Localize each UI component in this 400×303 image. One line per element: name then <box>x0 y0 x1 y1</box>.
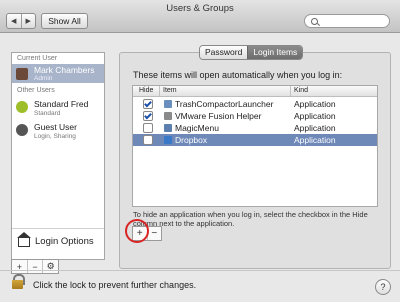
user-role: Admin <box>34 75 53 82</box>
item-name: Dropbox <box>175 135 208 145</box>
tab-login-items[interactable]: Login Items <box>247 46 303 59</box>
user-avatar <box>16 124 28 136</box>
item-kind: Application <box>294 135 336 145</box>
app-icon <box>164 100 172 108</box>
house-icon <box>17 232 31 247</box>
column-divider <box>159 86 160 96</box>
user-role: Login, Sharing <box>34 133 76 140</box>
lock-text: Click the lock to prevent further change… <box>33 280 197 290</box>
user-avatar <box>16 68 28 80</box>
user-name: Guest User <box>34 122 77 132</box>
column-kind[interactable]: Kind <box>294 87 308 94</box>
forward-button[interactable]: ▶ <box>20 14 36 28</box>
hide-checkbox[interactable] <box>143 123 153 133</box>
users-list: Current User Mark Chambers Admin Other U… <box>11 52 105 260</box>
tab-bar: Password Login Items <box>199 45 304 60</box>
search-icon <box>311 18 318 25</box>
user-role: Standard <box>34 110 61 117</box>
item-kind: Application <box>294 111 336 121</box>
back-button[interactable]: ◀ <box>7 14 21 28</box>
login-items-intro: These items will open automatically when… <box>133 70 343 80</box>
item-name: TrashCompactorLauncher <box>175 99 274 109</box>
users-groups-window: Users & Groups ◀ ▶ Show All Current User… <box>0 0 400 302</box>
table-header: Hide Item Kind <box>133 86 377 97</box>
column-item[interactable]: Item <box>163 87 177 94</box>
login-options-item[interactable]: Login Options <box>12 228 104 257</box>
user-name: Standard Fred <box>34 99 89 109</box>
search-input[interactable] <box>304 14 390 28</box>
table-row[interactable]: TrashCompactorLauncher Application <box>133 98 377 110</box>
other-users-header: Other Users <box>17 87 55 94</box>
app-icon <box>164 124 172 132</box>
tab-password[interactable]: Password <box>200 46 248 59</box>
hide-checkbox[interactable] <box>143 111 153 121</box>
dropbox-icon <box>164 136 172 144</box>
item-kind: Application <box>294 99 336 109</box>
hide-hint-text: To hide an application when you log in, … <box>133 210 368 228</box>
user-item-mark-chambers[interactable]: Mark Chambers Admin <box>12 64 104 83</box>
current-user-header: Current User <box>17 55 58 62</box>
item-name: MagicMenu <box>175 123 219 133</box>
login-options-label: Login Options <box>35 236 94 247</box>
user-item-standard-fred[interactable]: Standard Fred Standard <box>12 97 104 119</box>
user-item-guest-user[interactable]: Guest User Login, Sharing <box>12 120 104 142</box>
footer-bar: Click the lock to prevent further change… <box>0 270 400 303</box>
user-avatar <box>16 101 28 113</box>
column-divider <box>290 86 291 96</box>
column-hide[interactable]: Hide <box>139 87 153 94</box>
table-row[interactable]: Dropbox Application <box>133 134 377 146</box>
app-icon <box>164 112 172 120</box>
title-bar: Users & Groups ◀ ▶ Show All <box>0 0 400 33</box>
login-items-table: Hide Item Kind TrashCompactorLauncher Ap… <box>132 85 378 207</box>
table-row[interactable]: VMware Fusion Helper Application <box>133 110 377 122</box>
item-name: VMware Fusion Helper <box>175 111 262 121</box>
user-name: Mark Chambers <box>34 65 95 75</box>
item-kind: Application <box>294 123 336 133</box>
hide-checkbox[interactable] <box>143 99 153 109</box>
help-button[interactable]: ? <box>375 279 391 295</box>
table-row[interactable]: MagicMenu Application <box>133 122 377 134</box>
show-all-button[interactable]: Show All <box>41 13 88 29</box>
hide-checkbox[interactable] <box>143 135 153 145</box>
annotation-circle <box>125 219 149 243</box>
back-forward-buttons: ◀ ▶ <box>6 13 36 29</box>
lock-body <box>12 280 23 289</box>
